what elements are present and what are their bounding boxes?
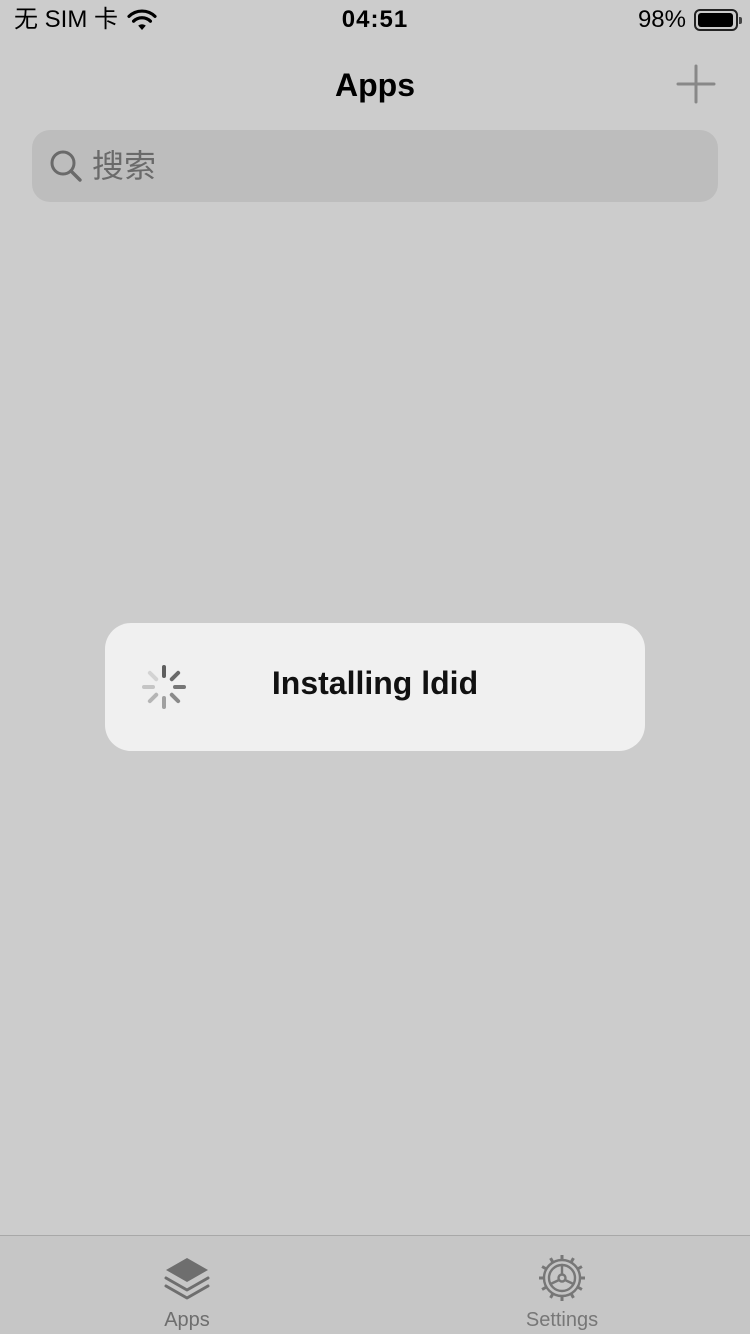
tab-bar: Apps Settings xyxy=(0,1235,750,1334)
tab-settings-label: Settings xyxy=(525,1309,599,1331)
app-screen: 无 SIM 卡 04:51 98% Apps 搜索 Installing ldi… xyxy=(0,0,750,1334)
status-bar: 无 SIM 卡 04:51 98% xyxy=(0,0,750,40)
page-title: Apps xyxy=(335,67,415,103)
gear-icon xyxy=(539,1255,585,1301)
hud-message: Installing ldid xyxy=(271,665,479,701)
search-icon xyxy=(50,150,82,182)
search-bar[interactable] xyxy=(32,130,718,202)
status-right: 98% xyxy=(637,6,742,34)
plus-icon xyxy=(676,64,716,104)
add-button[interactable] xyxy=(674,62,718,106)
battery-cap xyxy=(739,17,742,24)
battery-percent: 98% xyxy=(637,6,686,33)
tab-apps-label: Apps xyxy=(164,1309,210,1331)
battery-icon xyxy=(694,9,742,31)
battery-level-fill xyxy=(698,13,733,27)
tab-apps[interactable]: Apps xyxy=(87,1236,287,1334)
tab-settings[interactable]: Settings xyxy=(462,1236,662,1334)
search-input[interactable] xyxy=(92,136,692,196)
layers-icon xyxy=(164,1258,210,1300)
